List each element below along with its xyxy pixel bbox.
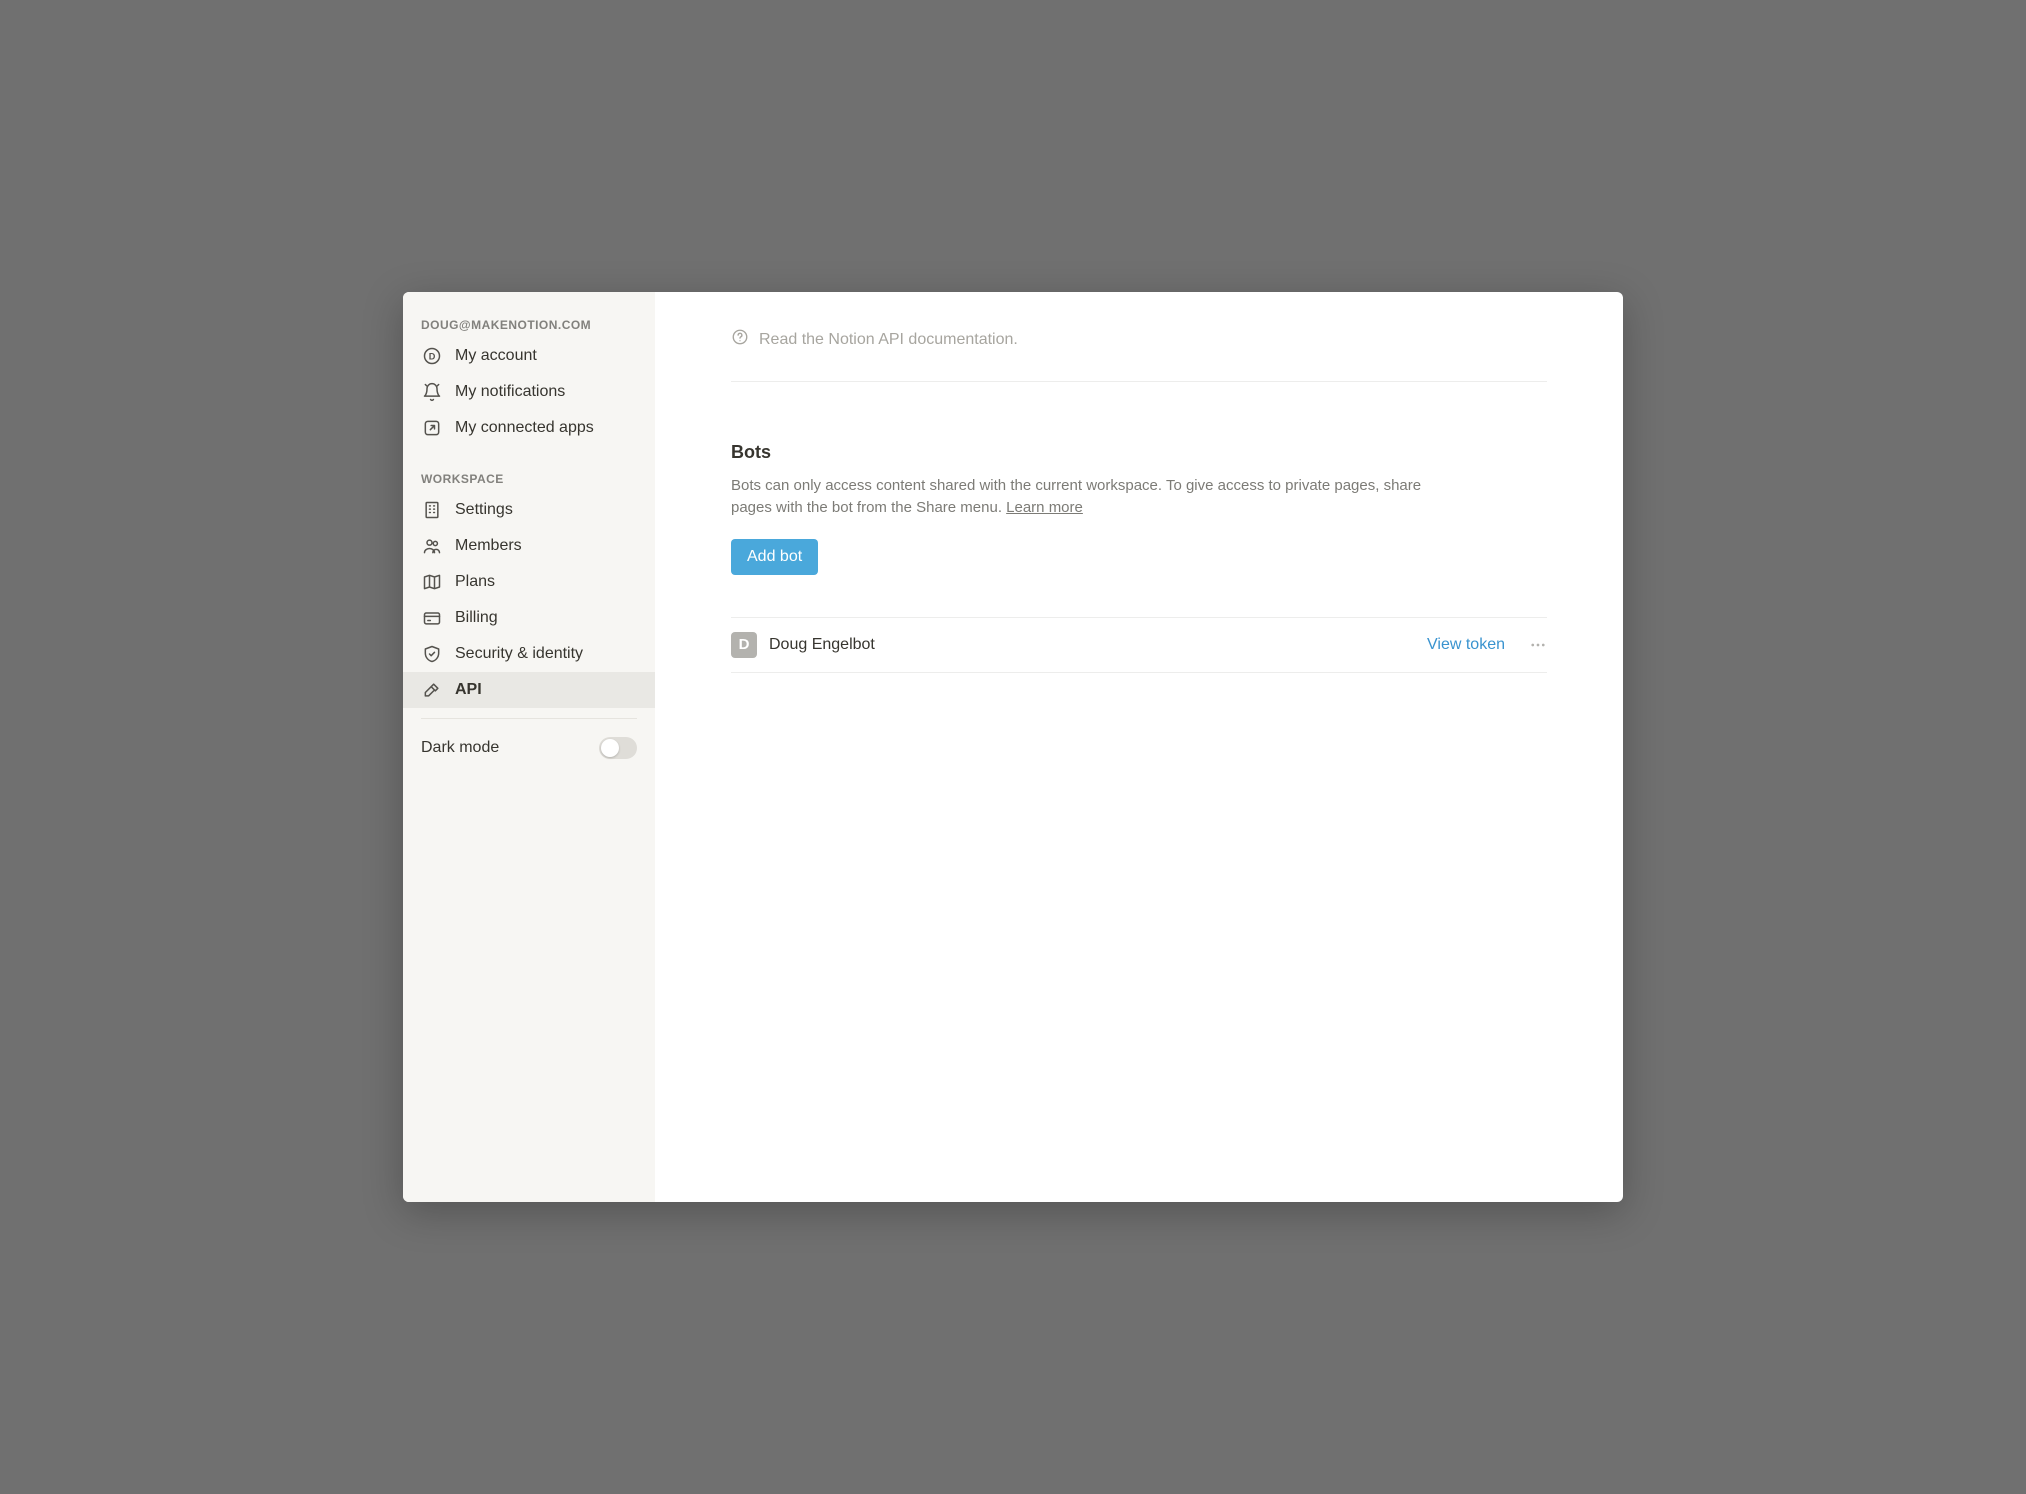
sidebar-account-header: DOUG@MAKENOTION.COM xyxy=(403,310,655,338)
hammer-icon xyxy=(421,679,443,701)
doc-link-text: Read the Notion API documentation. xyxy=(759,331,1018,349)
map-icon xyxy=(421,571,443,593)
bots-section-desc: Bots can only access content shared with… xyxy=(731,475,1451,519)
sidebar-item-connected-apps[interactable]: My connected apps xyxy=(403,410,655,446)
sidebar: DOUG@MAKENOTION.COM D My account My noti… xyxy=(403,292,655,1202)
dark-mode-row: Dark mode xyxy=(403,729,655,767)
help-circle-icon xyxy=(731,328,749,351)
bot-name: Doug Engelbot xyxy=(769,636,1427,654)
sidebar-divider xyxy=(421,718,637,719)
shield-icon xyxy=(421,643,443,665)
svg-text:D: D xyxy=(429,351,436,361)
sidebar-item-plans[interactable]: Plans xyxy=(403,564,655,600)
sidebar-item-members[interactable]: Members xyxy=(403,528,655,564)
sidebar-item-label: Security & identity xyxy=(455,645,583,663)
sidebar-item-my-notifications[interactable]: My notifications xyxy=(403,374,655,410)
dark-mode-label: Dark mode xyxy=(421,739,499,757)
building-icon xyxy=(421,499,443,521)
bot-row: D Doug Engelbot View token xyxy=(731,617,1547,673)
more-options-button[interactable] xyxy=(1529,636,1547,654)
user-circle-icon: D xyxy=(421,345,443,367)
api-documentation-link[interactable]: Read the Notion API documentation. xyxy=(731,328,1547,382)
dark-mode-toggle[interactable] xyxy=(599,737,637,759)
sidebar-workspace-header: WORKSPACE xyxy=(403,464,655,492)
sidebar-item-label: Billing xyxy=(455,609,498,627)
bot-avatar: D xyxy=(731,632,757,658)
credit-card-icon xyxy=(421,607,443,629)
sidebar-item-settings[interactable]: Settings xyxy=(403,492,655,528)
learn-more-link[interactable]: Learn more xyxy=(1006,499,1083,516)
view-token-link[interactable]: View token xyxy=(1427,636,1505,654)
sidebar-item-label: Settings xyxy=(455,501,513,519)
sidebar-item-api[interactable]: API xyxy=(403,672,655,708)
sidebar-item-billing[interactable]: Billing xyxy=(403,600,655,636)
sidebar-item-label: My connected apps xyxy=(455,419,594,437)
sidebar-item-security[interactable]: Security & identity xyxy=(403,636,655,672)
bell-icon xyxy=(421,381,443,403)
sidebar-item-my-account[interactable]: D My account xyxy=(403,338,655,374)
settings-modal: DOUG@MAKENOTION.COM D My account My noti… xyxy=(403,292,1623,1202)
sidebar-item-label: API xyxy=(455,681,482,699)
people-icon xyxy=(421,535,443,557)
sidebar-item-label: My account xyxy=(455,347,537,365)
sidebar-item-label: Members xyxy=(455,537,522,555)
sidebar-item-label: Plans xyxy=(455,573,495,591)
bots-section-title: Bots xyxy=(731,442,1547,463)
add-bot-button[interactable]: Add bot xyxy=(731,539,818,575)
external-link-icon xyxy=(421,417,443,439)
sidebar-item-label: My notifications xyxy=(455,383,565,401)
main-content: Read the Notion API documentation. Bots … xyxy=(655,292,1623,1202)
